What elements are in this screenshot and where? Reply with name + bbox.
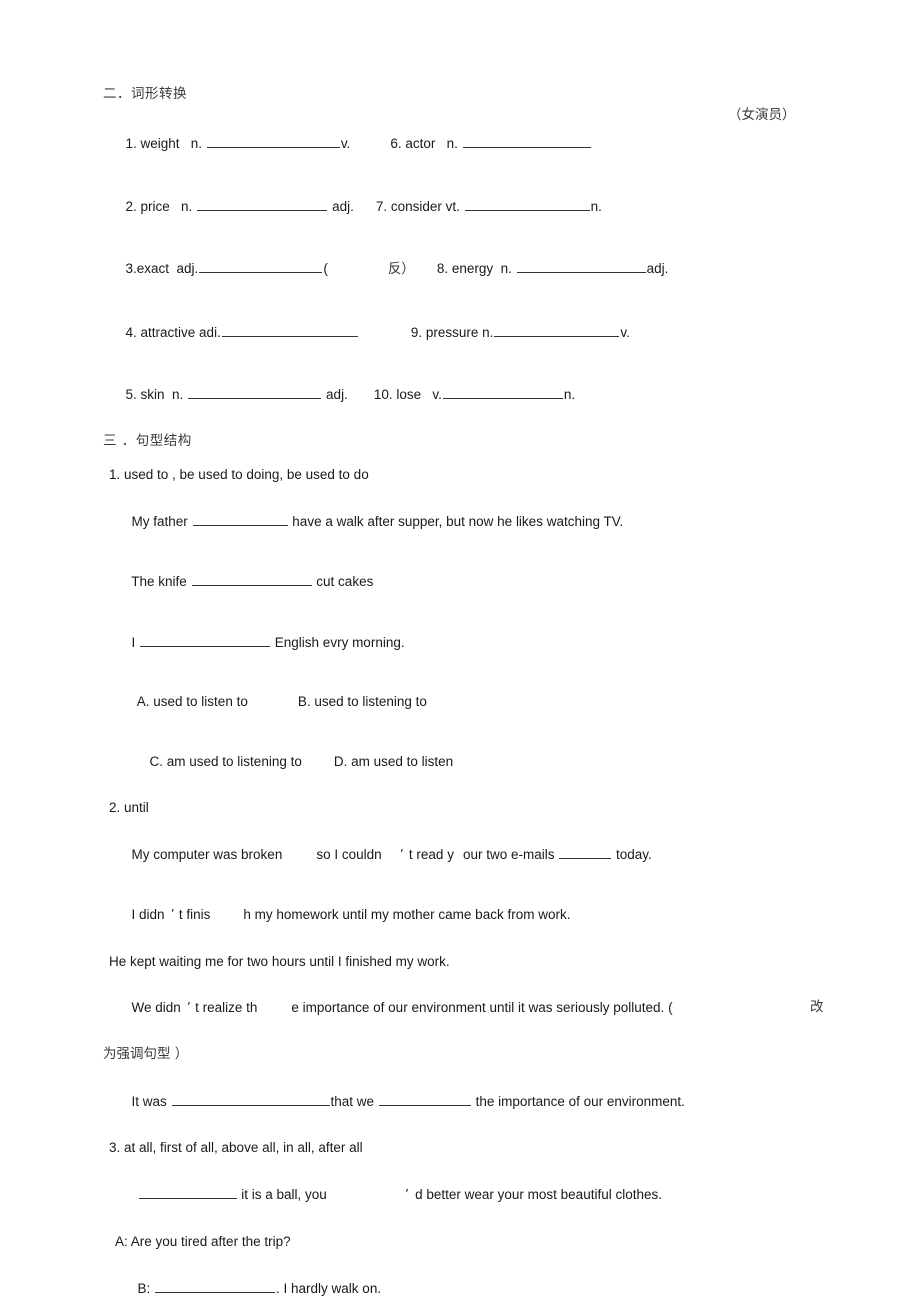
g3-s1-apostrophe: ’ <box>404 1187 410 1203</box>
vocab-5-left: 5. skin n. <box>125 387 188 402</box>
group1-sentence-1: My father have a walk after supper, but … <box>103 500 833 542</box>
group2-sentence-1: My computer was broken so I couldn ’ t read… <box>103 833 833 876</box>
vocab-5-left-tail: adj. <box>326 387 348 402</box>
g1-option-c[interactable]: C. am used to listening to <box>150 754 302 769</box>
g2-s1-d: t read y <box>408 846 454 862</box>
vocab-row-1: 1. weight n. v. 6. actor n. <box>103 123 833 165</box>
section-heading-3: 三 ．句型结构 <box>103 433 192 449</box>
blank-line[interactable] <box>192 514 288 526</box>
group2-sentence-4-cont: 为强调句型 ） <box>103 1046 189 1062</box>
g2-s2-a: I didn <box>131 907 165 922</box>
group2-sentence-2: I didn ’ t finis h my homework until my mot… <box>103 895 833 937</box>
vocab-1-right: 6. actor n. <box>390 136 462 151</box>
vocab-row-3: 3.exact adj. ( 反） 8. energy n. adj. <box>103 248 833 291</box>
g2-s5-b: that we <box>330 1094 378 1109</box>
vocab-1-left: 1. weight n. <box>125 136 206 151</box>
g3-s3-b: . I hardly walk on. <box>276 1281 382 1296</box>
vocab-row-5: 5. skin n. adj. 10. lose v. n. <box>103 374 833 416</box>
g1-s1-b: have a walk after supper, but now he lik… <box>288 513 624 529</box>
g2-s2-d: h my homework until my mother came back … <box>243 907 571 922</box>
vocab-5-right: 10. lose v. <box>373 387 442 402</box>
blank-line[interactable] <box>191 574 312 586</box>
vocab-3-right: 8. energy n. <box>436 261 516 276</box>
group3-title: 3. at all, first of all, above all, in a… <box>109 1140 363 1155</box>
group1-sentence-3: I English evry morning. <box>103 621 833 663</box>
vocab-4-right-tail: v. <box>620 324 630 340</box>
group3-sentence-2: A: Are you tired after the trip? <box>115 1234 291 1249</box>
group1-title: 1. used to , be used to doing, be used t… <box>109 466 369 482</box>
group1-sentence-2: The knife cut cakes <box>103 561 833 603</box>
g1-option-d[interactable]: D. am used to listen <box>334 754 453 769</box>
g3-s1-c: d better wear your most beautiful clothe… <box>415 1187 662 1202</box>
blank-line[interactable] <box>559 847 612 859</box>
g2-s2-c: t finis <box>178 907 211 922</box>
blank-line[interactable] <box>442 387 563 399</box>
group2-title: 2. until <box>109 799 149 815</box>
blank-line[interactable] <box>464 199 590 211</box>
g1-s3-a: I <box>131 634 140 650</box>
group3-sentence-3: B: . I hardly walk on. <box>103 1268 833 1303</box>
g2-s4-apostrophe: ’ <box>186 1000 192 1016</box>
vocab-2-left-tail: adj. <box>332 198 354 214</box>
vocab-2-right: 7. consider vt. <box>375 198 464 214</box>
g2-s4-d: e importance of our environment until it… <box>291 1000 673 1015</box>
blank-line[interactable] <box>199 261 323 273</box>
vocab-2-left: 2. price n. <box>125 198 197 214</box>
group1-options-row-1: A. used to listen to B. used to listening… <box>103 682 833 723</box>
g2-s1-f: today. <box>612 846 652 862</box>
blank-line[interactable] <box>494 325 620 337</box>
g1-option-b[interactable]: B. used to listening to <box>298 694 427 709</box>
blank-line[interactable] <box>378 1094 471 1106</box>
vocab-row-2: 2. price n. adj. 7. consider vt. n. <box>103 185 833 227</box>
g2-s1-e: our two e-mails <box>462 846 559 862</box>
g2-s1-b: so I couldn <box>316 846 382 862</box>
document-page: 二．词形转换 1. weight n. v. 6. actor n. （女演员） … <box>0 0 920 1303</box>
g1-option-a[interactable]: A. used to listen to <box>137 694 248 709</box>
vocab-1-note: （女演员） <box>728 107 796 123</box>
blank-line[interactable] <box>197 199 328 211</box>
group1-options-row-2: C. am used to listening to D. am used to … <box>103 741 833 782</box>
vocab-4-right: 9. pressure n. <box>410 324 494 340</box>
g2-s5-a: It was <box>131 1094 171 1109</box>
blank-line[interactable] <box>138 1187 237 1199</box>
blank-line[interactable] <box>206 136 340 148</box>
g2-s4-right-note: 改 <box>810 999 824 1015</box>
g2-s5-c: the importance of our environment. <box>471 1094 685 1109</box>
vocab-3-left: 3.exact adj. <box>125 261 199 276</box>
g2-s1-a: My computer was broken <box>131 846 283 862</box>
vocab-3-right-tail: adj. <box>646 261 669 276</box>
blank-line[interactable] <box>188 387 322 399</box>
g2-s2-apostrophe: ’ <box>170 907 175 923</box>
g2-s4-a: We didn <box>131 1000 181 1015</box>
vocab-row-4: 4. attractive adi. 9. pressure n. v. <box>103 311 833 353</box>
blank-line[interactable] <box>171 1094 330 1106</box>
vocab-5-right-tail: n. <box>563 387 576 402</box>
group2-sentence-4: We didn ’ t realize th e importance of our … <box>103 988 833 1030</box>
document-body: 二．词形转换 1. weight n. v. 6. actor n. （女演员） … <box>103 86 833 1303</box>
blank-line[interactable] <box>155 1281 276 1293</box>
g3-s1-a: it is a ball, you <box>237 1187 327 1202</box>
g1-s1-a: My father <box>131 513 192 529</box>
blank-line[interactable] <box>140 635 271 647</box>
vocab-3-left-tail: ( <box>323 261 328 276</box>
vocab-1-left-tail: v. <box>340 136 351 151</box>
vocab-2-right-tail: n. <box>590 198 602 214</box>
g2-s4-c: t realize th <box>195 1000 258 1015</box>
vocab-3-left-note: 反） <box>387 261 415 277</box>
section-heading-2: 二．词形转换 <box>103 86 187 102</box>
group2-sentence-5: It was that we the importance of our env… <box>103 1081 833 1123</box>
g3-s3-a: B: <box>137 1281 155 1296</box>
group3-sentence-1: it is a ball, you ’ d better wear your mos… <box>103 1174 833 1217</box>
group2-sentence-3: He kept waiting me for two hours until I… <box>109 954 450 969</box>
blank-line[interactable] <box>221 325 358 337</box>
g1-s3-b: English evry morning. <box>271 634 405 650</box>
vocab-4-left: 4. attractive adi. <box>125 324 221 340</box>
g2-s1-apostrophe: ’ <box>399 846 404 863</box>
blank-line[interactable] <box>516 261 646 273</box>
blank-line[interactable] <box>462 136 591 148</box>
g1-s2-a: The knife <box>131 574 191 589</box>
g1-s2-b: cut cakes <box>312 574 374 589</box>
